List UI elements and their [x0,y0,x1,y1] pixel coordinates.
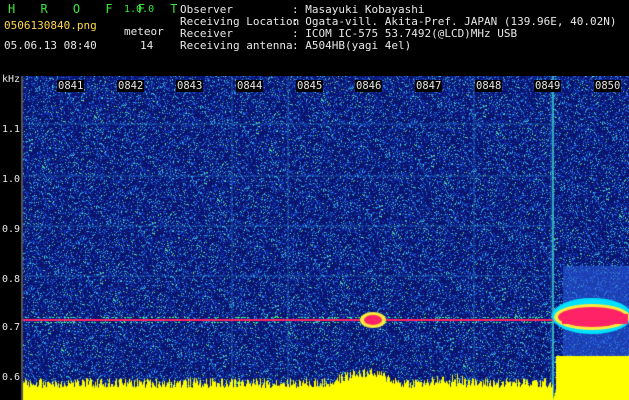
antenna-label: Receiving antenna [180,39,293,52]
y-tick-label: 1.0 [2,174,21,185]
y-axis-unit: kHz [2,74,21,85]
filename: 0506130840.png [4,19,97,32]
x-tick-label: 0841 [57,80,85,92]
x-tick-label: 0843 [176,80,204,92]
y-tick-label: 0.6 [2,372,21,383]
meteor-count: 14 [140,39,154,52]
x-tick-label: 0844 [236,80,264,92]
header-panel: H R O F F T 1.0.0 0506130840.png meteor … [0,0,629,76]
x-tick-label: 0849 [534,80,562,92]
antenna-value: : A504HB(yagi 4el) [292,39,412,52]
y-tick-label: 1.1 [2,124,21,135]
x-tick-label: 0847 [415,80,443,92]
y-tick-label: 0.8 [2,274,21,285]
x-tick-label: 0848 [475,80,503,92]
x-tick-label: 0842 [117,80,145,92]
x-tick-label: 0850 [594,80,622,92]
datetime: 05.06.13 08:40 [4,39,97,52]
x-tick-label: 0845 [296,80,324,92]
y-tick-label: 0.9 [2,224,21,235]
meteor-label: meteor [124,25,164,38]
app-version: 1.0.0 [124,4,155,15]
x-tick-label: 0846 [355,80,383,92]
y-tick-label: 0.7 [2,322,21,333]
app-logo: H R O F F T [8,2,187,16]
spectrogram [0,76,629,400]
